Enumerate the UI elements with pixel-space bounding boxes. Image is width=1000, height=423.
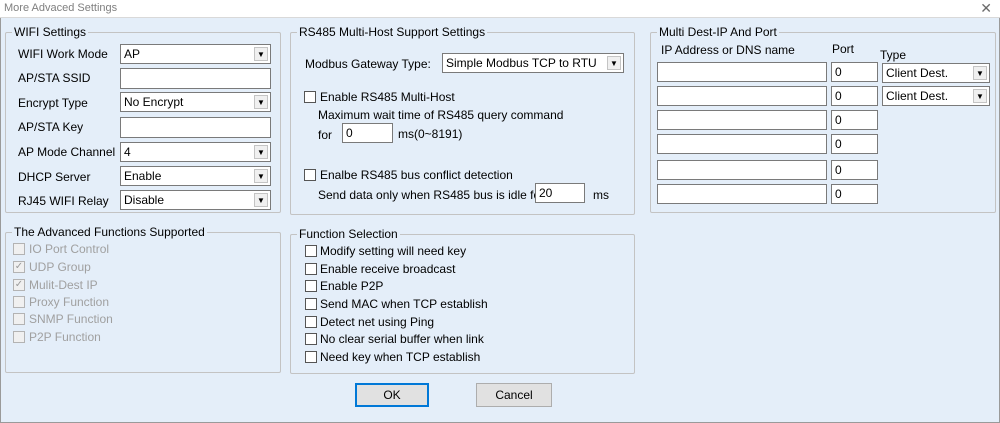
dhcp-server-value: Enable (124, 169, 162, 183)
title-bar: More Advaced Settings ✕ (0, 0, 1000, 18)
enable-p2p-label: Enable P2P (320, 279, 384, 293)
wifi-relay-select[interactable]: Disable ▼ (120, 190, 271, 210)
dest-type-select[interactable]: Client Dest. ▼ (882, 63, 990, 83)
modify-setting-key-checkbox[interactable] (305, 245, 317, 257)
chevron-down-icon[interactable]: ▼ (973, 66, 987, 80)
modbus-gateway-value: Simple Modbus TCP to RTU (446, 56, 597, 70)
wifi-work-mode-select[interactable]: AP ▼ (120, 44, 271, 64)
send-mac-checkbox[interactable] (305, 298, 317, 310)
dest-ip-input[interactable] (657, 184, 827, 204)
multi-dest-label: Mulit-Dest IP (29, 278, 98, 292)
dest-ip-input[interactable] (657, 62, 827, 82)
dest-port-input[interactable]: 0 (831, 86, 878, 106)
no-clear-buffer-checkbox[interactable] (305, 333, 317, 345)
for-label: for (318, 128, 333, 142)
chevron-down-icon[interactable]: ▼ (973, 89, 987, 103)
advanced-functions-legend: The Advanced Functions Supported (12, 225, 207, 239)
chevron-down-icon[interactable]: ▼ (607, 56, 621, 70)
tcp-key-label: Need key when TCP establish (320, 350, 481, 364)
dest-port-input[interactable]: 0 (831, 110, 878, 130)
modbus-gateway-select[interactable]: Simple Modbus TCP to RTU ▼ (442, 53, 624, 73)
enable-p2p-checkbox[interactable] (305, 280, 317, 292)
sta-key-label: AP/STA Key (18, 120, 84, 134)
multihost-label: Enable RS485 Multi-Host (320, 90, 455, 104)
conflict-detection-checkbox[interactable] (304, 169, 316, 181)
close-icon[interactable]: ✕ (980, 0, 992, 16)
wait-time-input[interactable]: 0 (342, 123, 393, 143)
dest-port-input[interactable]: 0 (831, 160, 878, 180)
snmp-checkbox (13, 313, 25, 325)
detect-ping-label: Detect net using Ping (320, 315, 435, 329)
wifi-work-mode-value: AP (124, 47, 141, 61)
ok-button[interactable]: OK (355, 383, 429, 407)
wifi-relay-label: RJ45 WIFI Relay (18, 194, 109, 208)
encrypt-type-label: Encrypt Type (18, 96, 88, 110)
rs485-legend: RS485 Multi-Host Support Settings (297, 25, 488, 39)
modify-setting-key-label: Modify setting will need key (320, 244, 467, 258)
multihost-checkbox[interactable] (304, 91, 316, 103)
udp-group-label: UDP Group (29, 260, 91, 274)
chevron-down-icon[interactable]: ▼ (254, 193, 268, 207)
chevron-down-icon[interactable]: ▼ (254, 47, 268, 61)
idle-time-input[interactable]: 20 (535, 183, 585, 203)
idle-time-label: Send data only when RS485 bus is idle fo… (318, 188, 545, 202)
io-port-label: IO Port Control (29, 242, 110, 256)
idle-time-unit: ms (593, 188, 609, 202)
io-port-checkbox (13, 243, 25, 255)
dest-ip-input[interactable] (657, 134, 827, 154)
conflict-detection-label: Enalbe RS485 bus conflict detection (320, 168, 513, 182)
wait-time-label: Maximum wait time of RS485 query command (318, 108, 564, 122)
ssid-label: AP/STA SSID (18, 71, 91, 85)
wifi-relay-value: Disable (124, 193, 165, 207)
ap-channel-label: AP Mode Channel (18, 145, 116, 159)
chevron-down-icon[interactable]: ▼ (254, 145, 268, 159)
encrypt-type-select[interactable]: No Encrypt ▼ (120, 92, 271, 112)
wait-time-unit: ms(0~8191) (398, 127, 463, 141)
dest-port-input[interactable]: 0 (831, 184, 878, 204)
receive-broadcast-checkbox[interactable] (305, 263, 317, 275)
proxy-checkbox (13, 296, 25, 308)
dest-ip-input[interactable] (657, 160, 827, 180)
receive-broadcast-label: Enable receive broadcast (320, 262, 456, 276)
send-mac-label: Send MAC when TCP establish (320, 297, 488, 311)
udp-group-checkbox: ✓ (13, 261, 25, 273)
dest-type-select[interactable]: Client Dest. ▼ (882, 86, 990, 106)
chevron-down-icon[interactable]: ▼ (254, 169, 268, 183)
dest-port-input[interactable]: 0 (831, 134, 878, 154)
ap-channel-value: 4 (124, 145, 131, 159)
encrypt-type-value: No Encrypt (124, 95, 184, 109)
dhcp-server-select[interactable]: Enable ▼ (120, 166, 271, 186)
ssid-input[interactable] (120, 68, 271, 89)
dest-ip-input[interactable] (657, 110, 827, 130)
type-column-header: Type (880, 48, 907, 62)
wifi-work-mode-label: WIFI Work Mode (18, 47, 108, 61)
snmp-label: SNMP Function (29, 312, 113, 326)
proxy-label: Proxy Function (29, 295, 110, 309)
wifi-settings-legend: WIFI Settings (12, 25, 89, 39)
window-title: More Advaced Settings (4, 2, 118, 14)
dest-port-input[interactable]: 0 (831, 62, 878, 82)
function-selection-legend: Function Selection (297, 227, 400, 241)
ap-channel-select[interactable]: 4 ▼ (120, 142, 271, 162)
dest-type-value: Client Dest. (886, 89, 949, 103)
port-column-header: Port (832, 42, 855, 56)
dest-type-value: Client Dest. (886, 66, 949, 80)
no-clear-buffer-label: No clear serial buffer when link (320, 332, 484, 346)
p2p-support-label: P2P Function (29, 330, 101, 344)
multi-dest-legend: Multi Dest-IP And Port (657, 25, 779, 39)
tcp-key-checkbox[interactable] (305, 351, 317, 363)
sta-key-input[interactable] (120, 117, 271, 138)
cancel-button[interactable]: Cancel (476, 383, 552, 407)
ip-column-header: IP Address or DNS name (661, 43, 795, 57)
chevron-down-icon[interactable]: ▼ (254, 95, 268, 109)
detect-ping-checkbox[interactable] (305, 316, 317, 328)
multi-dest-checkbox: ✓ (13, 279, 25, 291)
modbus-gateway-label: Modbus Gateway Type: (305, 57, 431, 71)
p2p-support-checkbox (13, 331, 25, 343)
dest-ip-input[interactable] (657, 86, 827, 106)
dhcp-server-label: DHCP Server (18, 170, 91, 184)
